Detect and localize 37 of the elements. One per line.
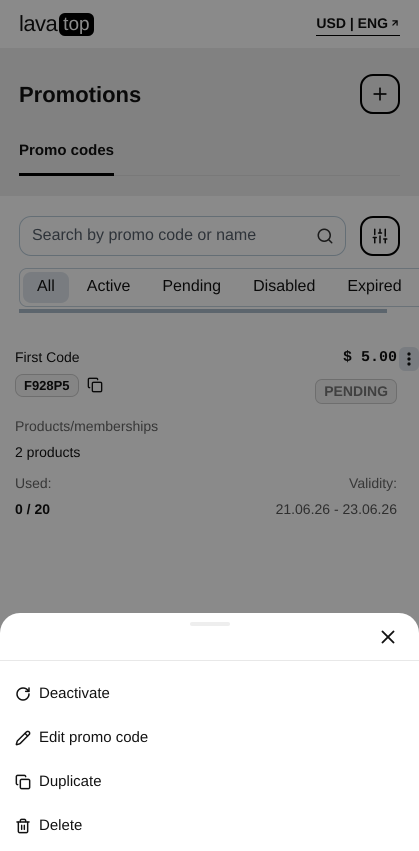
refresh-icon [15, 686, 31, 702]
trash-icon [15, 818, 31, 834]
search-icon [316, 226, 334, 244]
products-label: Products/memberships [15, 416, 160, 436]
filter-chip[interactable]: Disabled [239, 272, 330, 302]
filter-chip[interactable]: All [23, 272, 69, 302]
external-link-icon [390, 18, 400, 28]
validity-label: Validity: [349, 474, 397, 493]
copy-icon [15, 774, 31, 790]
used-label: Used: [15, 474, 52, 492]
promo-name: First Code [15, 348, 81, 366]
pencil-icon [15, 730, 31, 746]
more-button[interactable] [399, 346, 419, 370]
filter-chip[interactable]: Pending [148, 272, 236, 302]
more-icon [407, 352, 411, 366]
search-field[interactable]: Search by promo code or name [19, 216, 346, 256]
page-title: Promotions [19, 80, 142, 108]
filter-chip[interactable]: Expired [333, 272, 416, 302]
logo-badge: top [59, 12, 94, 36]
menu-item[interactable]: Delete [15, 815, 404, 837]
menu-item[interactable]: Duplicate [15, 771, 404, 793]
locale-link[interactable]: USD | ENG [316, 12, 400, 36]
promo-price: $ 5.00 [342, 348, 397, 368]
validity-value: 21.06.26 - 23.06.26 [276, 500, 397, 518]
add-button[interactable] [360, 74, 400, 114]
status-badge: PENDING [315, 378, 397, 404]
logo-word: lava [19, 13, 58, 35]
promo-code: F928P5 [15, 374, 79, 397]
menu-item[interactable]: Deactivate [15, 683, 404, 705]
filter-button[interactable] [360, 216, 400, 256]
sliders-icon [371, 226, 389, 244]
menu-item[interactable]: Edit promo code [15, 727, 404, 749]
copy-icon[interactable] [86, 377, 103, 394]
products-value: 2 products [15, 442, 82, 462]
tab[interactable]: Promo codes [19, 140, 114, 176]
filter-chip[interactable]: Active [72, 272, 144, 302]
used-value: 0 / 20 [15, 500, 52, 518]
